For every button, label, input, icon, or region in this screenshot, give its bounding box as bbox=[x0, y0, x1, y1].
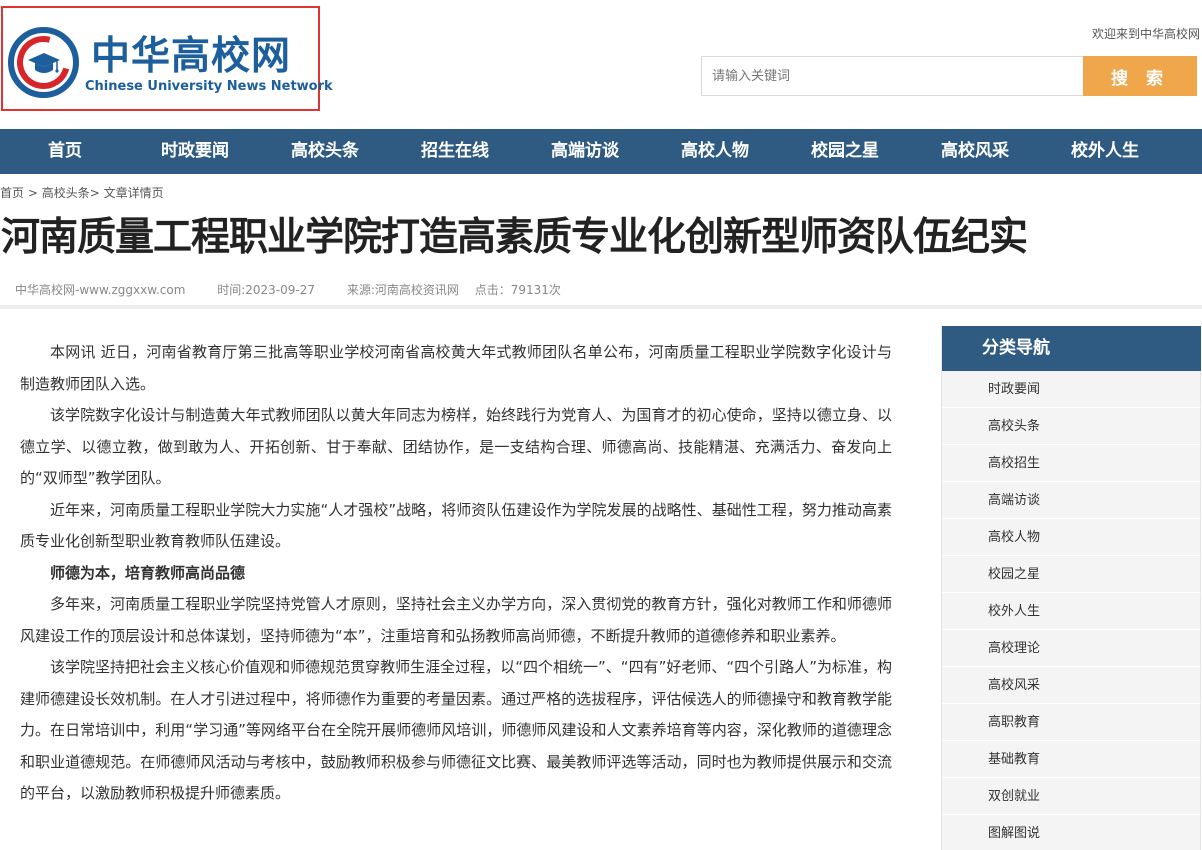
article-title: 河南质量工程职业学院打造高素质专业化创新型师资队伍纪实 bbox=[1, 215, 1028, 260]
article-paragraph: 该学院数字化设计与制造黄大年式教师团队以黄大年同志为榜样，始终践行为党育人、为国… bbox=[20, 406, 892, 487]
graduation-cap-emblem-icon bbox=[8, 27, 79, 98]
breadcrumb-separator: > bbox=[24, 186, 42, 200]
breadcrumb-home[interactable]: 首页 bbox=[0, 186, 24, 200]
sidebar-item-life[interactable]: 校外人生 bbox=[942, 593, 1201, 630]
meta-clicks: 点击：79131次 bbox=[474, 283, 561, 297]
category-sidebar: 分类导航 时政要闻 高校头条 高校招生 高端访谈 高校人物 校园之星 校外人生 … bbox=[941, 326, 1201, 850]
sidebar-item-basic-education[interactable]: 基础教育 bbox=[942, 741, 1201, 778]
header-divider bbox=[0, 305, 1202, 309]
sidebar-item-infographics[interactable]: 图解图说 bbox=[942, 815, 1201, 850]
breadcrumb: 首页 > 高校头条> 文章详情页 bbox=[0, 184, 164, 201]
welcome-text: 欢迎来到中华高校网 bbox=[1091, 27, 1200, 41]
article-paragraph: 该学院坚持把社会主义核心价值观和师德规范贯穿教师生涯全过程，以“四个相统一”、“… bbox=[20, 658, 892, 802]
logo-chinese-name: 中华高校网 bbox=[91, 33, 292, 79]
nav-item-headlines[interactable]: 高校头条 bbox=[260, 129, 390, 174]
sidebar-item-employment[interactable]: 双创就业 bbox=[942, 778, 1201, 815]
sidebar-item-admissions[interactable]: 高校招生 bbox=[942, 445, 1201, 482]
article-paragraph: 多年来，河南质量工程职业学院坚持党管人才原则，坚持社会主义办学方向，深入贯彻党的… bbox=[20, 595, 892, 645]
article-subheading: 师德为本，培育教师高尚品德 bbox=[50, 563, 246, 582]
breadcrumb-separator: > bbox=[89, 186, 104, 200]
meta-source: 来源:河南高校资讯网 bbox=[346, 283, 459, 297]
article-meta: 中华高校网-www.zggxxw.com 时间:2023-09-27 来源:河南… bbox=[15, 281, 589, 298]
sidebar-item-interviews[interactable]: 高端访谈 bbox=[942, 482, 1201, 519]
nav-item-home[interactable]: 首页 bbox=[0, 129, 130, 174]
article-paragraph: 近年来，河南质量工程职业学院大力实施“人才强校”战略，将师资队伍建设作为学院发展… bbox=[20, 500, 892, 551]
nav-item-showcase[interactable]: 高校风采 bbox=[910, 129, 1040, 174]
site-logo[interactable]: 中华高校网 Chinese University News Network bbox=[1, 6, 333, 111]
nav-item-admissions[interactable]: 招生在线 bbox=[390, 129, 520, 174]
nav-item-campus-stars[interactable]: 校园之星 bbox=[780, 129, 910, 174]
nav-item-interviews[interactable]: 高端访谈 bbox=[520, 129, 650, 174]
nav-item-people[interactable]: 高校人物 bbox=[650, 129, 780, 174]
breadcrumb-section[interactable]: 高校头条 bbox=[42, 186, 90, 200]
sidebar-item-vocational[interactable]: 高职教育 bbox=[942, 704, 1201, 741]
article-paragraph: 本网讯 近日，河南省教育厅第三批高等职业学校河南省高校黄大年式教师团队名单公布，… bbox=[20, 343, 892, 393]
breadcrumb-current: 文章详情页 bbox=[103, 186, 164, 200]
sidebar-item-politics[interactable]: 时政要闻 bbox=[942, 371, 1201, 408]
sidebar-item-people[interactable]: 高校人物 bbox=[942, 519, 1201, 556]
sidebar-item-showcase[interactable]: 高校风采 bbox=[942, 667, 1201, 704]
meta-site: 中华高校网-www.zggxxw.com bbox=[15, 283, 186, 297]
nav-item-politics[interactable]: 时政要闻 bbox=[130, 129, 260, 174]
sidebar-item-headlines[interactable]: 高校头条 bbox=[942, 408, 1201, 445]
sidebar-item-campus-stars[interactable]: 校园之星 bbox=[942, 556, 1201, 593]
logo-english-name: Chinese University News Network bbox=[85, 79, 333, 94]
search-button[interactable]: 搜 索 bbox=[1083, 56, 1197, 96]
article-body: 本网讯 近日，河南省教育厅第三批高等职业学校河南省高校黄大年式教师团队名单公布，… bbox=[20, 337, 892, 810]
main-nav: 首页 时政要闻 高校头条 招生在线 高端访谈 高校人物 校园之星 高校风采 校外… bbox=[0, 129, 1202, 174]
meta-time: 时间:2023-09-27 bbox=[217, 283, 316, 297]
search-input[interactable] bbox=[701, 56, 1084, 96]
sidebar-item-theory[interactable]: 高校理论 bbox=[942, 630, 1201, 667]
sidebar-title: 分类导航 bbox=[942, 326, 1201, 371]
nav-item-life[interactable]: 校外人生 bbox=[1040, 129, 1170, 174]
